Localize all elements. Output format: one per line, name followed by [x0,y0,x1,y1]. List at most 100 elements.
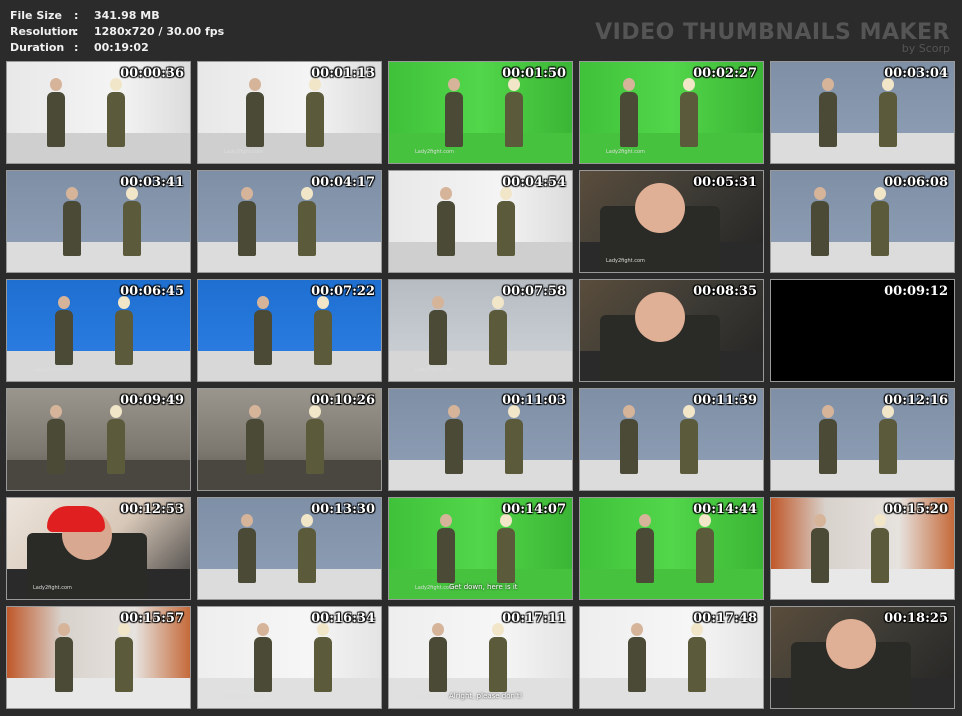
figure-silhouette [429,310,447,365]
figure-head [249,405,261,418]
video-thumbnail[interactable]: 00:10:26 [197,388,382,491]
video-thumbnail[interactable]: 00:07:22 [197,279,382,382]
video-thumbnail[interactable]: Lady2fight.com 00:07:58 [388,279,573,382]
thumbnail-timestamp: 00:15:20 [884,502,948,517]
figure-head [257,623,269,636]
thumbnail-timestamp: 00:03:04 [884,66,948,81]
figure-head [58,623,70,636]
thumbnail-floor [580,677,763,708]
header: File Size : 341.98 MB Resolution : 1280x… [0,0,962,58]
video-thumbnail[interactable]: Lady2fight.com 00:04:17 [197,170,382,273]
thumbnail-timestamp: 00:07:58 [502,284,566,299]
thumbnail-subtitle: Alright, please don't! [449,692,523,700]
figure-head [448,78,460,91]
figure-head [448,405,460,418]
thumbnail-floor [198,677,381,708]
thumbnail-floor [580,132,763,163]
thumbnail-floor [389,241,572,272]
thumbnail-floor [389,350,572,381]
thumbnail-timestamp: 00:11:39 [693,393,757,408]
thumbnail-timestamp: 00:03:41 [120,175,184,190]
figure-silhouette [306,419,324,474]
video-thumbnail[interactable]: 00:08:35 [579,279,764,382]
thumbnail-subtitle: Get down, here is it [449,583,518,591]
figure-silhouette [620,92,638,147]
thumbnail-timestamp: 00:10:26 [311,393,375,408]
video-thumbnail[interactable]: 00:04:54 [388,170,573,273]
video-thumbnail[interactable]: Lady2fight.com 00:06:08 [770,170,955,273]
separator: : [74,9,79,22]
video-thumbnail[interactable]: Lady2fight.com 00:01:50 [388,61,573,164]
video-thumbnail[interactable]: 00:15:57 [6,606,191,709]
figure-silhouette [238,201,256,256]
video-thumbnail[interactable]: Lady2fight.com 00:01:13 [197,61,382,164]
video-thumbnail[interactable]: Lady2fight.com Alright, please don't! 00:1… [388,606,573,709]
figure-head [241,187,253,200]
thumbnail-watermark: Lady2fight.com [224,694,263,700]
video-thumbnail[interactable]: Lady2fight.com Get down, here is it 00:14:… [388,497,573,600]
thumbnail-watermark: Lady2fight.com [415,149,454,155]
thumbnail-timestamp: 00:09:12 [884,284,948,299]
video-thumbnail[interactable]: 00:18:25 [770,606,955,709]
thumbnail-timestamp: 00:09:49 [120,393,184,408]
figure-head [58,296,70,309]
video-thumbnail[interactable]: 00:00:36 [6,61,191,164]
figure-head [623,405,635,418]
figure-silhouette [437,201,455,256]
figure-silhouette [238,528,256,583]
figure-silhouette [680,92,698,147]
thumbnail-timestamp: 00:02:27 [693,66,757,81]
thumbnail-floor [389,132,572,163]
thumbnail-watermark: Lady2fight.com [33,585,72,591]
figure-silhouette [680,419,698,474]
video-thumbnail[interactable]: Lady2fight.com 00:06:45 [6,279,191,382]
video-thumbnail[interactable]: 00:09:49 [6,388,191,491]
figure-head [822,405,834,418]
video-thumbnail[interactable]: 00:03:04 [770,61,955,164]
thumbnail-timestamp: 00:13:30 [311,502,375,517]
video-thumbnail[interactable]: 00:09:12 [770,279,955,382]
figure-silhouette [879,419,897,474]
figure-silhouette [314,637,332,692]
duration-row: Duration : 00:19:02 [10,40,224,56]
video-thumbnail[interactable]: 00:15:20 [770,497,955,600]
video-thumbnail[interactable]: Lady2fight.com 00:16:34 [197,606,382,709]
figure-silhouette [47,92,65,147]
thumbnail-timestamp: 00:01:13 [311,66,375,81]
thumbnail-watermark: Lady2fight.com [415,367,454,373]
figure-silhouette [879,92,897,147]
video-thumbnail[interactable]: 00:13:30 [197,497,382,600]
figure-head [623,78,635,91]
thumbnail-floor [7,677,190,708]
video-thumbnail[interactable]: 00:11:39 [579,388,764,491]
video-thumbnail[interactable]: 00:12:16 [770,388,955,491]
brand-title: VIDEO THUMBNAILS MAKER [595,20,950,45]
video-thumbnail[interactable]: Lady2fight.com 00:02:27 [579,61,764,164]
figure-silhouette [497,528,515,583]
video-thumbnail[interactable]: Lady2fight.com 00:12:53 [6,497,191,600]
video-thumbnail[interactable]: 00:14:44 [579,497,764,600]
resolution-label: Resolution [10,25,77,38]
figure-head [50,405,62,418]
figure-silhouette [437,528,455,583]
video-thumbnail[interactable]: Lady2fight.com 00:05:31 [579,170,764,273]
figure-silhouette [445,419,463,474]
thumbnail-timestamp: 00:18:25 [884,611,948,626]
thumbnail-timestamp: 00:11:03 [502,393,566,408]
thumbnail-floor [771,241,954,272]
video-thumbnail[interactable]: Lady2fight.com 00:03:41 [6,170,191,273]
figure-silhouette [254,310,272,365]
figure-head [241,514,253,527]
figure-head [249,78,261,91]
figure-silhouette [254,637,272,692]
video-thumbnail[interactable]: 00:11:03 [388,388,573,491]
video-thumbnail[interactable]: 00:17:48 [579,606,764,709]
figure-silhouette [811,201,829,256]
thumbnail-timestamp: 00:17:48 [693,611,757,626]
separator: : [74,25,79,38]
figure-head [66,187,78,200]
figure-silhouette [107,92,125,147]
figure-silhouette [819,419,837,474]
figure-silhouette [489,310,507,365]
figure-silhouette [696,528,714,583]
